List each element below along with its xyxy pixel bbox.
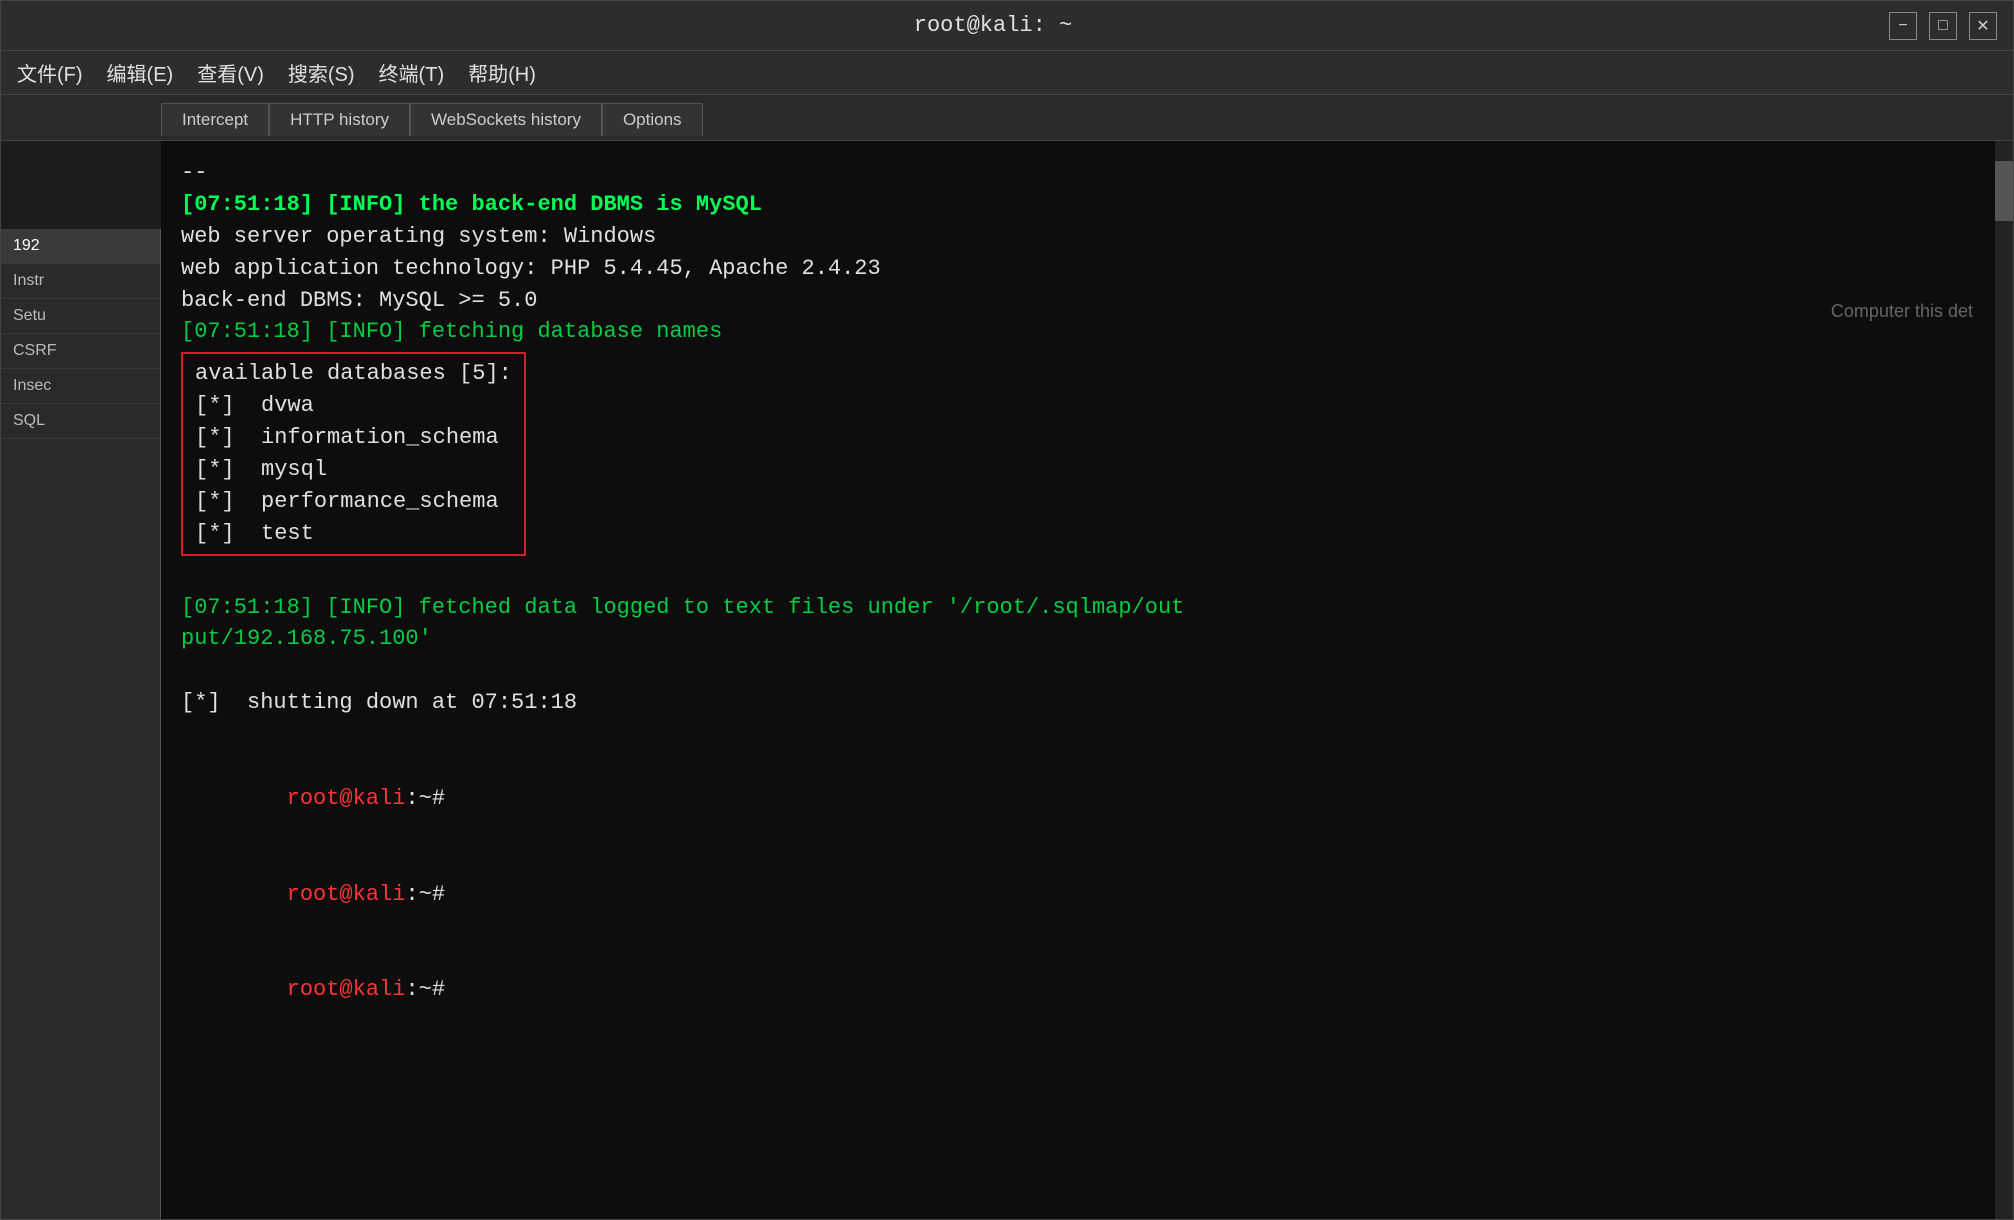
- blank-line-2: [181, 655, 1993, 687]
- sidebar-item-2[interactable]: Setu: [1, 299, 160, 334]
- db-item-mysql: [*] mysql: [195, 454, 512, 486]
- tabs-bar: Intercept HTTP history WebSockets histor…: [1, 95, 2013, 141]
- menu-view[interactable]: 查看(V): [197, 58, 264, 87]
- sidebar-item-4[interactable]: Insec: [1, 369, 160, 404]
- tab-intercept[interactable]: Intercept: [161, 103, 269, 136]
- window-controls: − □ ✕: [1889, 12, 1997, 40]
- db-item-dvwa: [*] dvwa: [195, 390, 512, 422]
- tab-options[interactable]: Options: [602, 103, 703, 136]
- backend-dbms-line: back-end DBMS: MySQL >= 5.0: [181, 285, 1993, 317]
- terminal-output: -- [07:51:18] [INFO] the back-end DBMS i…: [161, 141, 2013, 1219]
- db-item-information-schema: [*] information_schema: [195, 422, 512, 454]
- db-list-header: available databases [5]:: [195, 358, 512, 390]
- title-bar: root@kali: ~ − □ ✕: [1, 1, 2013, 51]
- prompt-path-2: :~#: [405, 882, 445, 907]
- maximize-button[interactable]: □: [1929, 12, 1957, 40]
- prompt-path-1: :~#: [405, 786, 445, 811]
- tab-websockets[interactable]: WebSockets history: [410, 103, 602, 136]
- scrollbar-thumb[interactable]: [1995, 161, 2013, 221]
- tab-http-history[interactable]: HTTP history: [269, 103, 410, 136]
- menu-search[interactable]: 搜索(S): [288, 58, 355, 87]
- blank-line-3: [181, 719, 1993, 751]
- prompt-user-3: root@kali: [287, 977, 406, 1002]
- window-title: root@kali: ~: [97, 13, 1889, 38]
- info-logged-line: [07:51:18] [INFO] fetched data logged to…: [181, 592, 1993, 624]
- sidebar-item-1[interactable]: Instr: [1, 264, 160, 299]
- left-sidebar: 192 Instr Setu CSRF Insec SQL: [1, 229, 161, 1219]
- prompt-2: root@kali:~#: [181, 847, 1993, 943]
- sidebar-item-0[interactable]: 192: [1, 229, 160, 264]
- info-fetching-line: [07:51:18] [INFO] fetching database name…: [181, 316, 1993, 348]
- webapp-tech-line: web application technology: PHP 5.4.45, …: [181, 253, 1993, 285]
- prompt-path-3: :~#: [405, 977, 445, 1002]
- close-button[interactable]: ✕: [1969, 12, 1997, 40]
- webserver-os-line: web server operating system: Windows: [181, 221, 1993, 253]
- menu-help[interactable]: 帮助(H): [468, 58, 536, 87]
- prompt-user-2: root@kali: [287, 882, 406, 907]
- separator-line: --: [181, 157, 1993, 189]
- menu-file[interactable]: 文件(F): [17, 58, 83, 87]
- db-item-test: [*] test: [195, 518, 512, 550]
- blank-line-1: [181, 560, 1993, 592]
- menu-edit[interactable]: 编辑(E): [107, 58, 174, 87]
- sidebar-item-3[interactable]: CSRF: [1, 334, 160, 369]
- prompt-3: root@kali:~#: [181, 942, 1993, 1038]
- prompt-1: root@kali:~#: [181, 751, 1993, 847]
- terminal-window: root@kali: ~ − □ ✕ 文件(F) 编辑(E) 查看(V) 搜索(…: [0, 0, 2014, 1220]
- db-item-performance-schema: [*] performance_schema: [195, 486, 512, 518]
- menu-bar: 文件(F) 编辑(E) 查看(V) 搜索(S) 终端(T) 帮助(H): [1, 51, 2013, 95]
- scrollbar[interactable]: [1995, 141, 2013, 1219]
- menu-terminal[interactable]: 终端(T): [379, 58, 445, 87]
- prompt-user-1: root@kali: [287, 786, 406, 811]
- sidebar-item-5[interactable]: SQL: [1, 404, 160, 439]
- db-list-container: available databases [5]: [*] dvwa [*] in…: [181, 352, 526, 555]
- info-dbms-line: [07:51:18] [INFO] the back-end DBMS is M…: [181, 189, 1993, 221]
- shutdown-line: [*] shutting down at 07:51:18: [181, 687, 1993, 719]
- right-panel-hint: Computer this det: [1831, 301, 1973, 322]
- minimize-button[interactable]: −: [1889, 12, 1917, 40]
- info-logged-line2: put/192.168.75.100': [181, 623, 1993, 655]
